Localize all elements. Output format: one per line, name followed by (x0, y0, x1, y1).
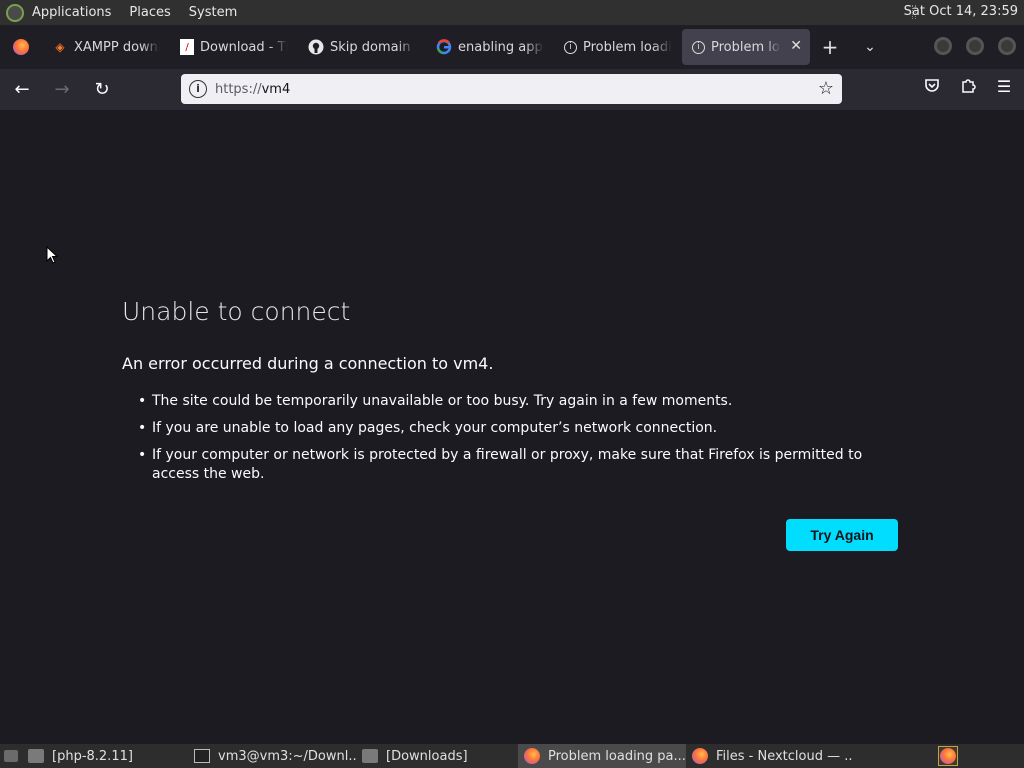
folder-icon (28, 749, 44, 763)
list-all-tabs-button[interactable]: ⌄ (850, 39, 890, 55)
tab-label: Problem lo (711, 39, 780, 55)
tab-problem-loading-1[interactable]: i Problem loadi (554, 29, 682, 65)
info-icon: i (564, 40, 577, 54)
reload-button[interactable]: ↻ (84, 74, 120, 106)
taskbar-item-label: vm3@vm3:~/Downl... (218, 748, 356, 764)
google-icon (436, 39, 452, 55)
back-button[interactable]: ← (4, 74, 40, 106)
show-desktop-button[interactable] (0, 744, 22, 768)
extensions-icon[interactable] (958, 77, 978, 97)
taskbar-item-label: Problem loading pa... (548, 748, 686, 764)
info-icon: i (692, 40, 705, 54)
bookmark-star-icon[interactable]: ☆ (818, 78, 834, 99)
firefox-view-button[interactable] (0, 25, 42, 69)
suggestion-item: If your computer or network is protected… (138, 446, 902, 484)
error-description: An error occurred during a connection to… (122, 354, 494, 373)
error-suggestions: The site could be temporarily unavailabl… (138, 392, 902, 492)
try-again-button[interactable]: Try Again (786, 519, 898, 551)
arrow-right-icon: → (54, 79, 70, 100)
firefox-icon (13, 39, 29, 55)
minimize-button[interactable] (934, 37, 952, 55)
pocket-icon[interactable] (922, 77, 942, 97)
system-menu[interactable]: System (189, 5, 237, 20)
tab-strip: ◈ XAMPP downl / Download - Th Skip domai… (0, 25, 1024, 69)
tab-download[interactable]: / Download - Th (170, 29, 298, 65)
forward-button[interactable]: → (44, 74, 80, 106)
reload-icon: ↻ (94, 79, 110, 100)
firefox-icon (940, 748, 956, 764)
tab-problem-loading-active[interactable]: i Problem lo ✕ (682, 29, 810, 65)
tray-firefox[interactable] (938, 746, 958, 766)
folder-icon (362, 749, 378, 763)
url-scheme: https:// (215, 81, 262, 97)
error-title: Unable to connect (122, 297, 351, 326)
site-info-icon[interactable]: i (189, 80, 207, 98)
suggestion-item: If you are unable to load any pages, che… (138, 419, 902, 438)
tab-label: XAMPP downl (74, 39, 160, 55)
tab-label: Skip domain v (330, 39, 416, 55)
distro-logo-icon[interactable] (6, 3, 24, 22)
taskbar-item-firefox-nextcloud[interactable]: Files - Nextcloud — ... (686, 744, 852, 768)
taskbar: [php-8.2.11] vm3@vm3:~/Downl... [Downloa… (0, 744, 1024, 768)
close-window-button[interactable] (998, 37, 1016, 55)
suggestion-item: The site could be temporarily unavailabl… (138, 392, 902, 411)
terminal-icon (194, 749, 210, 763)
tab-label: Problem loadi (583, 39, 672, 55)
taskbar-item-terminal[interactable]: vm3@vm3:~/Downl... (188, 744, 356, 768)
tab-skip-domain[interactable]: Skip domain v (298, 29, 426, 65)
places-menu[interactable]: Places (129, 5, 170, 20)
url-text[interactable]: https://vm4 (215, 82, 290, 97)
arrow-left-icon: ← (14, 79, 30, 100)
clock[interactable]: Sat Oct 14, 23:59 (904, 4, 1018, 19)
tab-label: enabling apps (458, 39, 544, 55)
mouse-pointer-icon (46, 246, 58, 264)
firefox-icon (692, 748, 708, 764)
xampp-icon: ◈ (55, 40, 65, 54)
firefox-icon (524, 748, 540, 764)
taskbar-item-label: [php-8.2.11] (52, 748, 133, 764)
taskbar-item-label: [Downloads] (386, 748, 468, 764)
github-icon (308, 39, 324, 55)
hamburger-menu-icon[interactable]: ☰ (994, 77, 1014, 97)
close-icon[interactable]: ✕ (790, 38, 802, 54)
tab-label: Download - Th (200, 39, 288, 55)
desktop-icon (4, 750, 18, 762)
applications-menu[interactable]: Applications (32, 5, 111, 20)
top-panel: Applications Places System Sat Oct 14, 2… (0, 0, 1024, 25)
error-page: Unable to connect An error occurred duri… (0, 110, 1024, 744)
taskbar-item-label: Files - Nextcloud — ... (716, 748, 852, 764)
url-bar[interactable]: i https://vm4 ☆ (181, 74, 842, 104)
chevron-down-icon: ⌄ (864, 39, 876, 55)
taskbar-item-php[interactable]: [php-8.2.11] (22, 744, 188, 768)
url-host: vm4 (261, 81, 291, 97)
new-tab-button[interactable]: + (810, 35, 850, 59)
taskbar-item-firefox-problem[interactable]: Problem loading pa... (518, 744, 686, 768)
tab-enabling-apps[interactable]: enabling apps (426, 29, 554, 65)
nav-toolbar: ← → ↻ i https://vm4 ☆ ☰ (0, 69, 1024, 110)
page-icon: / (180, 39, 194, 55)
taskbar-item-downloads[interactable]: [Downloads] (356, 744, 518, 768)
maximize-button[interactable] (966, 37, 984, 55)
tab-xampp[interactable]: ◈ XAMPP downl (42, 29, 170, 65)
window-controls (934, 37, 1016, 55)
nav-right-tools: ☰ (922, 77, 1014, 97)
